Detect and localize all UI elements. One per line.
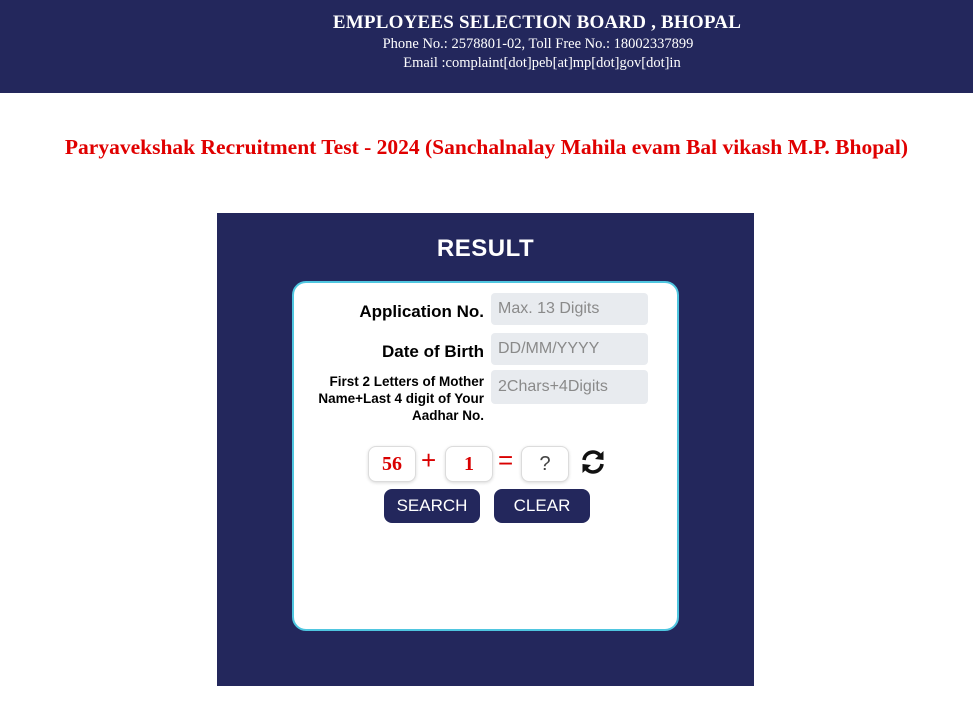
application-no-input[interactable] [491,293,648,325]
result-form: Application No. Date of Birth First 2 Le… [292,281,679,631]
captcha-answer-input[interactable] [521,446,569,482]
captcha-operand-a: 56 [368,446,416,482]
header-title: EMPLOYEES SELECTION BOARD , BHOPAL [332,12,742,33]
result-title: RESULT [436,235,535,262]
clear-button[interactable]: CLEAR [494,489,590,523]
search-button[interactable]: SEARCH [384,489,480,523]
refresh-icon[interactable] [579,448,607,476]
header-phone: Phone No.: 2578801-02, Toll Free No.: 18… [382,36,694,52]
header-email: Email :complaint[dot]peb[at]mp[dot]gov[d… [403,55,681,71]
application-no-label: Application No. [359,302,484,321]
date-of-birth-label: Date of Birth [382,342,484,361]
captcha-plus-sign: + [421,445,437,475]
mother-aadhar-input[interactable] [491,370,648,404]
date-of-birth-input[interactable] [491,333,648,365]
page-title: Paryavekshak Recruitment Test - 2024 (Sa… [64,135,909,159]
result-panel: RESULT Application No. Date of Birth Fir… [217,213,754,686]
captcha-operand-b: 1 [445,446,493,482]
mother-aadhar-label: First 2 Letters of Mother Name+Last 4 di… [318,374,484,423]
captcha-equals-sign: = [498,445,514,475]
site-header: EMPLOYEES SELECTION BOARD , BHOPAL Phone… [0,0,973,93]
